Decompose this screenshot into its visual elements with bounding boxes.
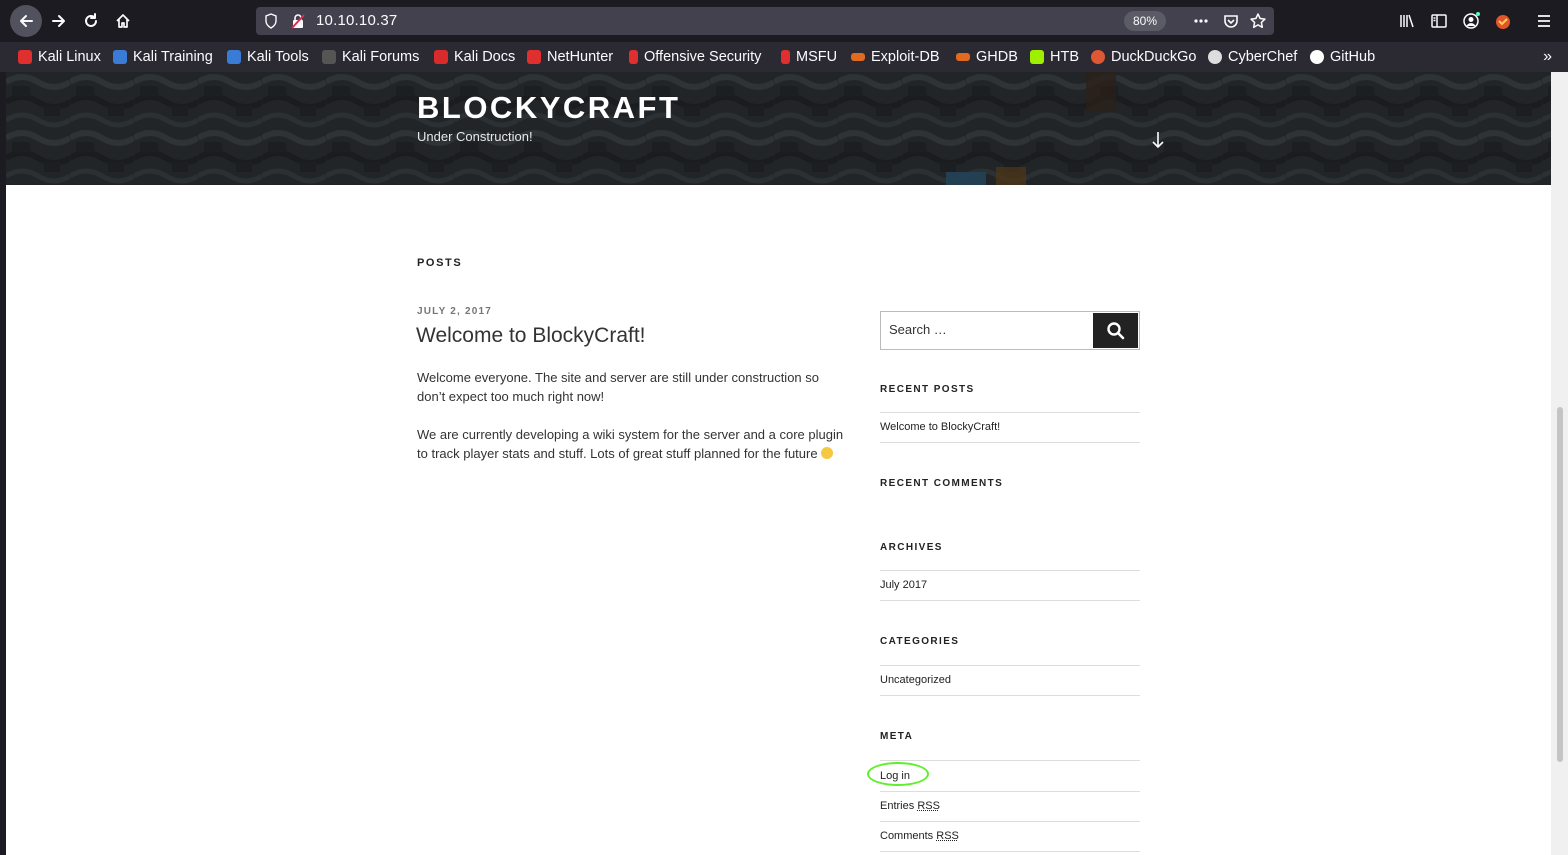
smiley-emoji-icon [820, 447, 833, 459]
bookmarks-toolbar: Kali Linux Kali Training Kali Tools Kali… [0, 42, 1568, 72]
search-input[interactable] [889, 322, 1089, 337]
list-item[interactable]: Welcome to BlockyCraft! [880, 412, 1140, 443]
bookmark-kali-linux[interactable]: Kali Linux [18, 48, 101, 66]
list-item[interactable]: Uncategorized [880, 665, 1140, 696]
post-date[interactable]: JULY 2, 2017 [417, 306, 492, 317]
zoom-indicator[interactable]: 80% [1124, 11, 1166, 31]
meta-list: Log in Entries RSS Comments RSS [867, 760, 1140, 852]
forward-button[interactable] [43, 5, 75, 37]
duckduckgo-icon [1091, 50, 1105, 64]
header-banner: BLOCKYCRAFT Under Construction! [6, 72, 1551, 185]
bookmark-star-icon[interactable] [1249, 12, 1267, 30]
scrollbar-thumb[interactable] [1557, 407, 1563, 762]
back-arrow-icon [20, 15, 33, 27]
categories-list: Uncategorized [880, 665, 1140, 696]
site-description: Under Construction! [417, 129, 533, 144]
meta-entries-rss-item[interactable]: Entries RSS [880, 790, 1140, 822]
url-text[interactable]: 10.10.10.37 [316, 12, 397, 29]
msfu-icon [781, 50, 790, 64]
post-paragraph: Welcome everyone. The site and server ar… [417, 370, 819, 404]
bookmark-exploit-db[interactable]: Exploit-DB [851, 48, 940, 66]
scroll-down-arrow-icon[interactable] [1150, 130, 1166, 150]
page-actions-icon[interactable] [1192, 12, 1210, 30]
search-button[interactable] [1093, 313, 1138, 348]
pocket-icon[interactable] [1222, 12, 1240, 30]
bookmark-github[interactable]: GitHub [1310, 48, 1375, 66]
exploit-db-icon [851, 53, 865, 61]
bookmark-kali-docs[interactable]: Kali Docs [434, 48, 515, 66]
search-form [880, 311, 1140, 350]
bookmark-duckduckgo[interactable]: DuckDuckGo [1091, 48, 1196, 66]
bookmark-htb[interactable]: HTB [1030, 48, 1079, 66]
meta-login-item[interactable]: Log in [867, 760, 1140, 791]
kali-docs-icon [434, 50, 448, 64]
address-bar[interactable]: 10.10.10.37 80% [256, 7, 1274, 35]
archives-list: July 2017 [880, 570, 1140, 601]
page-content: BLOCKYCRAFT Under Construction! POSTS JU… [0, 72, 1568, 855]
bookmark-kali-tools[interactable]: Kali Tools [227, 48, 309, 66]
extension-icon[interactable] [1494, 12, 1512, 30]
github-icon [1310, 50, 1324, 64]
insecure-lock-icon[interactable] [291, 13, 305, 29]
bookmark-ghdb[interactable]: GHDB [956, 48, 1018, 66]
stone-texture-image [6, 72, 1551, 185]
bookmark-kali-training[interactable]: Kali Training [113, 48, 213, 66]
bookmark-nethunter[interactable]: NetHunter [527, 48, 613, 66]
home-icon [116, 14, 130, 28]
bookmark-cyberchef[interactable]: CyberChef [1208, 48, 1297, 66]
account-icon[interactable] [1462, 12, 1480, 30]
htb-icon [1030, 50, 1044, 64]
kali-forums-icon [322, 50, 336, 64]
reload-button[interactable] [75, 5, 107, 37]
search-icon [1107, 322, 1125, 340]
green-annotation-circle [867, 761, 929, 786]
meta-heading: META [880, 731, 914, 742]
kali-dragon-icon [18, 50, 32, 64]
post-title[interactable]: Welcome to BlockyCraft! [416, 324, 646, 348]
nethunter-icon [527, 50, 541, 64]
meta-comments-rss-item[interactable]: Comments RSS [880, 821, 1140, 852]
back-button[interactable] [10, 5, 42, 37]
library-icon[interactable] [1398, 12, 1416, 30]
bookmark-msfu[interactable]: MSFU [781, 48, 837, 66]
bookmark-offensive-security[interactable]: Offensive Security [629, 48, 761, 66]
login-link[interactable]: Log in [867, 761, 929, 786]
home-button[interactable] [107, 5, 139, 37]
window-edge [0, 72, 6, 855]
cyberchef-icon [1208, 50, 1222, 64]
recent-posts-list: Welcome to BlockyCraft! [880, 412, 1140, 443]
archives-heading: ARCHIVES [880, 542, 943, 553]
posts-heading: POSTS [417, 257, 463, 269]
sidebar-toggle-icon[interactable] [1430, 12, 1448, 30]
kali-training-icon [113, 50, 127, 64]
categories-heading: CATEGORIES [880, 636, 960, 647]
hamburger-menu-icon[interactable] [1535, 12, 1553, 30]
forward-arrow-icon [52, 15, 65, 27]
post-paragraph: We are currently developing a wiki syste… [417, 427, 844, 461]
ghdb-icon [956, 53, 970, 61]
tracking-protection-shield-icon[interactable] [264, 13, 278, 29]
bookmark-kali-forums[interactable]: Kali Forums [322, 48, 419, 66]
recent-posts-heading: RECENT POSTS [880, 384, 975, 395]
more-bookmarks-chevron-icon[interactable]: » [1543, 48, 1552, 66]
offsec-icon [629, 50, 638, 64]
list-item[interactable]: July 2017 [880, 570, 1140, 601]
recent-comments-heading: RECENT COMMENTS [880, 478, 1004, 489]
reload-icon [85, 13, 97, 27]
browser-toolbar: 10.10.10.37 80% [0, 0, 1568, 42]
kali-tools-icon [227, 50, 241, 64]
site-title[interactable]: BLOCKYCRAFT [417, 90, 680, 126]
